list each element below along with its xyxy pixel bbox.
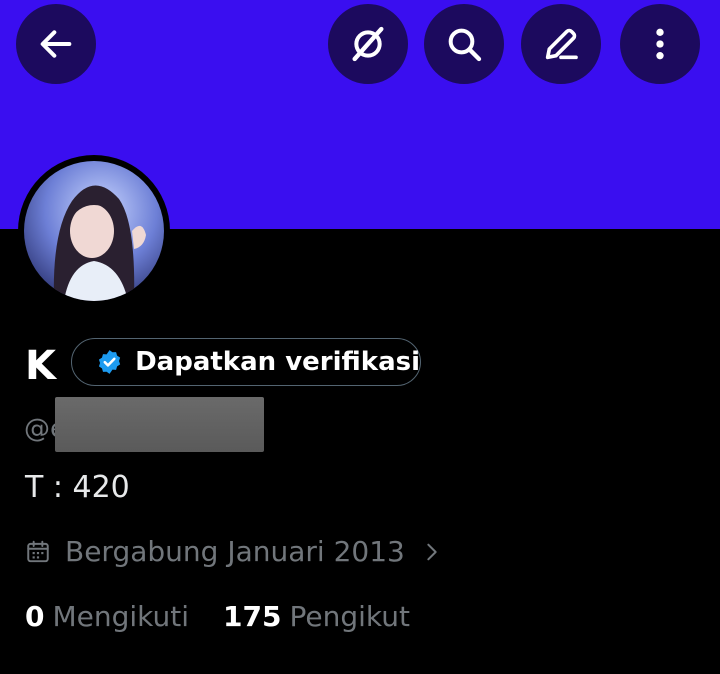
grok-button[interactable]: [328, 4, 408, 84]
grok-icon: [352, 26, 384, 62]
calendar-icon: [27, 540, 49, 562]
get-verified-label: Dapatkan verifikasi: [135, 347, 420, 377]
following-link[interactable]: 0 Mengikuti: [25, 600, 189, 633]
joined-date-text: Bergabung Januari 2013: [65, 535, 405, 568]
arrow-left-icon: [40, 30, 72, 58]
get-verified-button[interactable]: Dapatkan verifikasi: [71, 338, 421, 386]
following-count: 0: [25, 600, 45, 633]
followers-link[interactable]: 175 Pengikut: [223, 600, 410, 633]
followers-label: Pengikut: [289, 600, 410, 633]
back-button[interactable]: [16, 4, 96, 84]
joined-date-row[interactable]: Bergabung Januari 2013: [25, 535, 443, 568]
chevron-right-icon: [427, 543, 437, 560]
search-button[interactable]: [424, 4, 504, 84]
followers-count: 175: [223, 600, 282, 633]
edit-button[interactable]: [521, 4, 601, 84]
more-vertical-icon: [656, 28, 664, 60]
bio-text: T : 420: [25, 470, 130, 505]
avatar[interactable]: [18, 155, 170, 307]
verified-badge-icon: [98, 350, 121, 374]
search-icon: [448, 28, 482, 62]
follow-stats: 0 Mengikuti 175 Pengikut: [25, 600, 410, 633]
redaction-box: [55, 397, 264, 452]
display-name: K: [25, 343, 56, 389]
avatar-photo: [24, 161, 164, 301]
following-label: Mengikuti: [52, 600, 190, 633]
edit-icon: [545, 28, 578, 60]
more-button[interactable]: [620, 4, 700, 84]
